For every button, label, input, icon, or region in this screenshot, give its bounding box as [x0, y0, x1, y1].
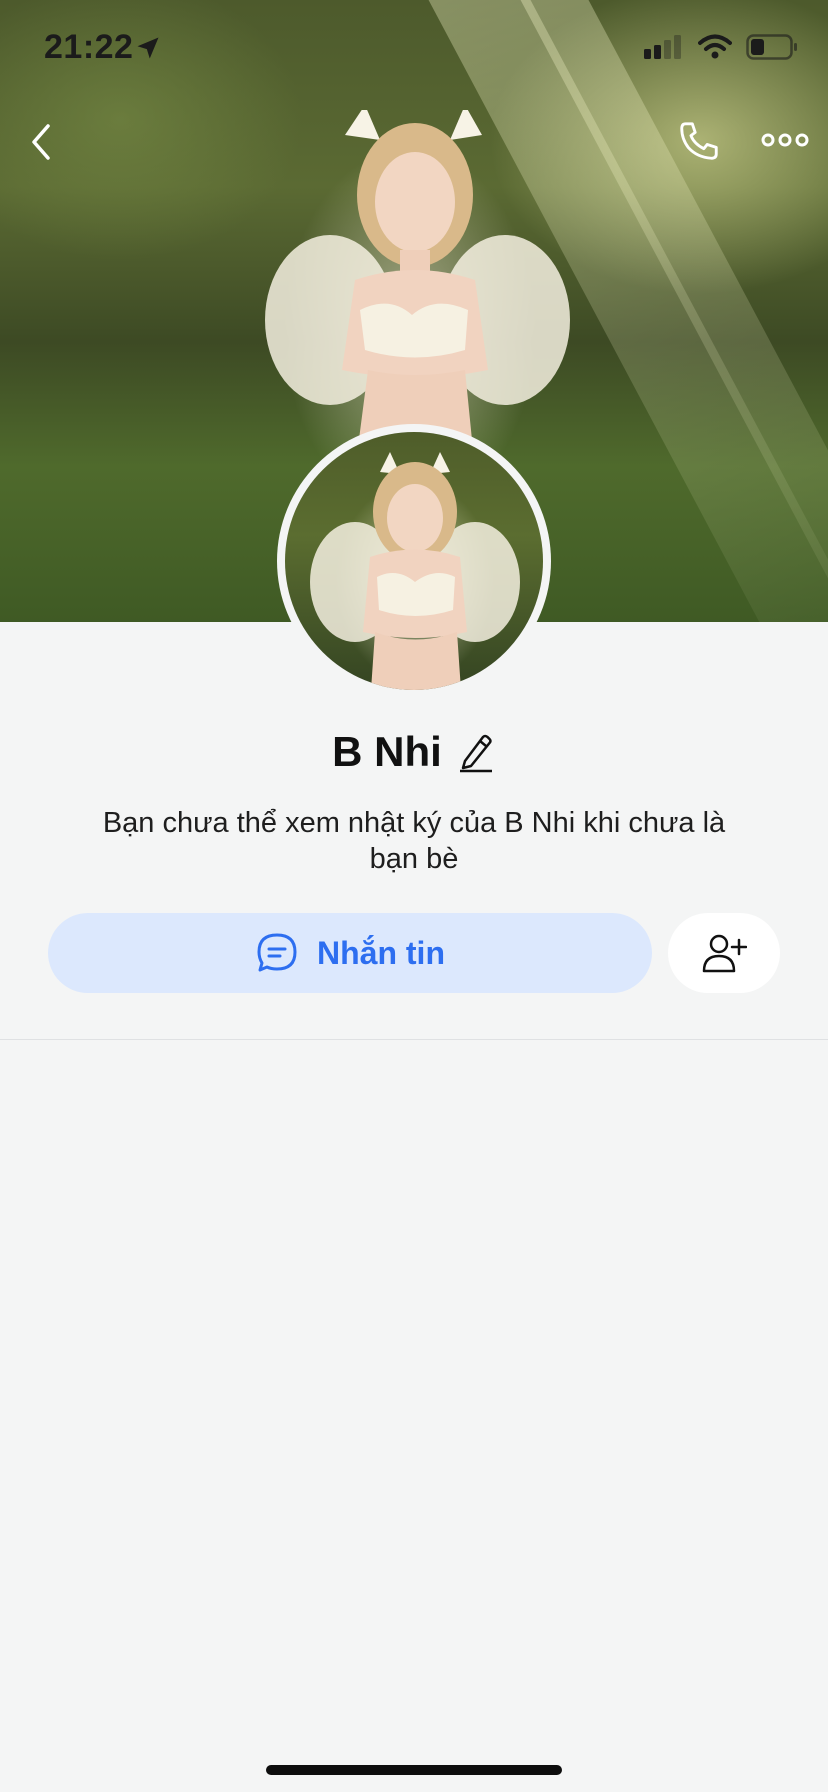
home-indicator[interactable]: [266, 1765, 562, 1775]
chevron-left-icon[interactable]: [24, 120, 60, 164]
chat-bubble-icon: [257, 933, 297, 972]
add-friend-icon: [702, 934, 747, 973]
phone-icon[interactable]: [676, 118, 722, 164]
more-horizontal-icon[interactable]: [760, 128, 810, 152]
status-time: 21:22: [44, 28, 134, 66]
avatar-figure-illustration: [310, 452, 520, 690]
message-button-label: Nhắn tin: [317, 934, 445, 971]
status-icons: [644, 34, 798, 60]
signal-icon: [644, 35, 681, 59]
diary-notice: Bạn chưa thể xem nhật ký của B Nhi khi c…: [102, 807, 726, 875]
divider: [0, 1039, 828, 1040]
pencil-icon[interactable]: [456, 731, 496, 773]
profile-name-row: B Nhi: [0, 728, 828, 776]
avatar-photo: [285, 432, 543, 690]
avatar[interactable]: [277, 424, 551, 698]
wifi-icon: [698, 34, 732, 59]
status-bar: 21:22: [0, 0, 828, 100]
battery-icon: [746, 34, 797, 60]
add-friend-button[interactable]: [668, 913, 780, 993]
location-arrow-icon: [137, 37, 159, 59]
profile-name: B Nhi: [332, 728, 442, 775]
message-button[interactable]: Nhắn tin: [48, 913, 652, 993]
